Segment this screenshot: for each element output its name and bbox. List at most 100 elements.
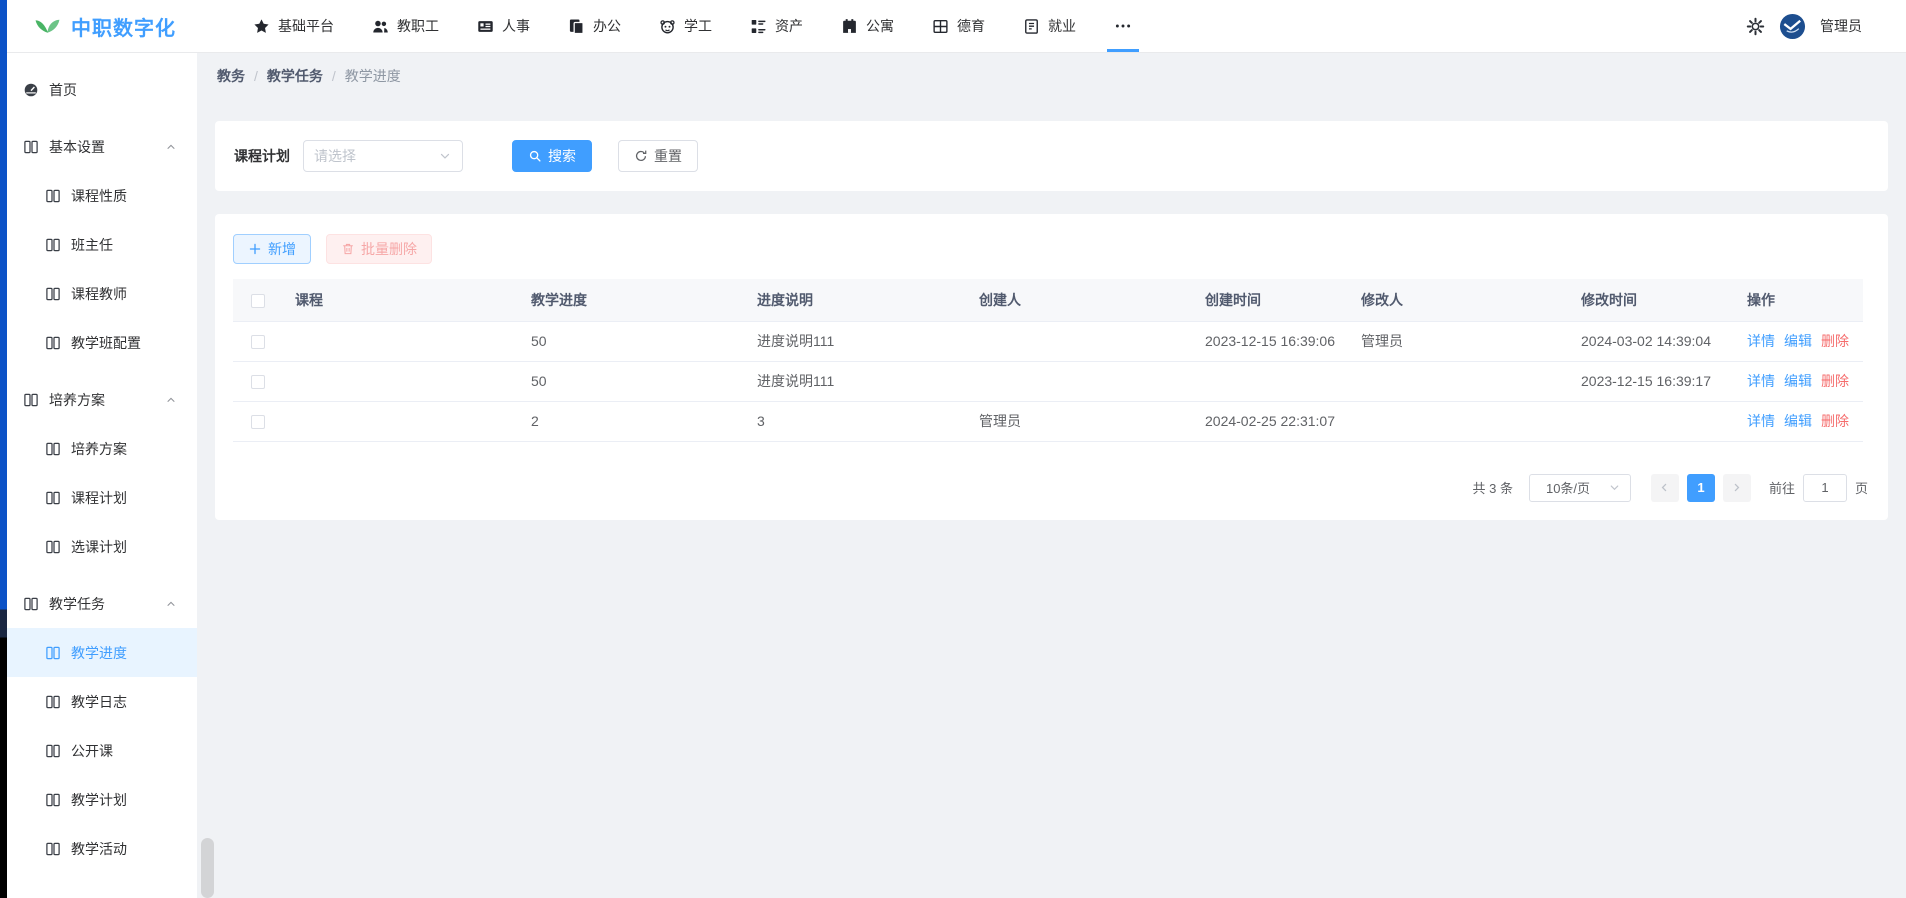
sidebar-group-header-teaching-task[interactable]: 教学任务: [0, 579, 197, 628]
row-checkbox[interactable]: [251, 335, 265, 349]
nav-item-label: 资产: [775, 16, 803, 36]
row-checkbox-cell: [233, 401, 283, 441]
nav-item-student-affairs[interactable]: 学工: [640, 0, 731, 52]
table-row-1: 50进度说明1112023-12-15 16:39:06管理员2024-03-0…: [233, 321, 1863, 361]
search-button-label: 搜索: [548, 146, 576, 166]
table-card: 新增 批量删除 课程教学进度进度说明创建人创建时间修改人修改时间操作 50进度说…: [215, 214, 1888, 520]
sidebar-group-label: 基本设置: [49, 137, 105, 157]
sidebar-group-header-basic-settings[interactable]: 基本设置: [0, 122, 197, 171]
filter-card: 课程计划 请选择 搜索 重置: [215, 121, 1888, 191]
doc-icon: [1023, 18, 1040, 35]
reset-button-label: 重置: [654, 146, 682, 166]
row-checkbox[interactable]: [251, 375, 265, 389]
sidebar-group-label: 培养方案: [49, 390, 105, 410]
breadcrumb-item-1[interactable]: 教学任务: [267, 66, 323, 86]
row-checkbox[interactable]: [251, 415, 265, 429]
nav-item-assets[interactable]: 资产: [731, 0, 822, 52]
select-all-checkbox[interactable]: [251, 294, 265, 308]
book-icon: [45, 743, 61, 759]
cell-modified_at: [1569, 401, 1735, 441]
nav-item-hr[interactable]: 人事: [458, 0, 549, 52]
search-button[interactable]: 搜索: [512, 140, 592, 172]
brand[interactable]: 中职数字化: [34, 12, 176, 41]
sidebar-item-course-teacher[interactable]: 课程教师: [0, 269, 197, 318]
reset-button[interactable]: 重置: [618, 140, 698, 172]
breadcrumb: 教务/教学任务/教学进度: [215, 53, 1888, 99]
sidebar-group-header-training-plan[interactable]: 培养方案: [0, 375, 197, 424]
batch-delete-button[interactable]: 批量删除: [326, 234, 432, 264]
sidebar-item-course-nature[interactable]: 课程性质: [0, 171, 197, 220]
edit-link[interactable]: 编辑: [1784, 373, 1812, 389]
sidebar-item-teaching-class-config[interactable]: 教学班配置: [0, 318, 197, 367]
book-icon: [23, 596, 39, 612]
goto-page-input[interactable]: [1803, 474, 1847, 502]
sidebar-item-teaching-plan[interactable]: 教学计划: [0, 775, 197, 824]
cell-note: 3: [745, 401, 967, 441]
nav-item-platform[interactable]: 基础平台: [234, 0, 353, 52]
sidebar-item-teaching-log[interactable]: 教学日志: [0, 677, 197, 726]
search-icon: [528, 149, 542, 163]
nav-item-more[interactable]: [1095, 0, 1151, 52]
detail-link[interactable]: 详情: [1747, 333, 1775, 349]
delete-link[interactable]: 删除: [1821, 373, 1849, 389]
user-name[interactable]: 管理员: [1820, 16, 1862, 36]
book-icon: [45, 539, 61, 555]
delete-link[interactable]: 删除: [1821, 333, 1849, 349]
cell-creator: [967, 321, 1193, 361]
sidebar-item-head-teacher[interactable]: 班主任: [0, 220, 197, 269]
edit-link[interactable]: 编辑: [1784, 333, 1812, 349]
avatar[interactable]: [1779, 13, 1806, 40]
cell-note: 进度说明111: [745, 361, 967, 401]
page-size-select[interactable]: 10条/页: [1529, 474, 1631, 502]
cell-course: [283, 321, 519, 361]
prev-page-button[interactable]: [1651, 474, 1679, 502]
book-icon: [45, 335, 61, 351]
nav-item-faculty[interactable]: 教职工: [353, 0, 458, 52]
sidebar-item-teaching-progress[interactable]: 教学进度: [0, 628, 197, 677]
add-button[interactable]: 新增: [233, 234, 311, 264]
book-icon: [45, 645, 61, 661]
chevron-down-icon: [438, 149, 452, 163]
page-number-button[interactable]: 1: [1687, 474, 1715, 502]
column-header-progress: 教学进度: [519, 279, 745, 321]
sidebar-item-training-plan[interactable]: 培养方案: [0, 424, 197, 473]
sidebar-item-home[interactable]: 首页: [0, 65, 197, 114]
filter-label: 课程计划: [234, 146, 290, 166]
nav-item-moral-education[interactable]: 德育: [913, 0, 1004, 52]
more-icon: [1114, 17, 1132, 35]
course-plan-select[interactable]: 请选择: [303, 140, 463, 172]
sidebar-scrollbar-thumb[interactable]: [201, 838, 214, 898]
sidebar-item-elective-plan[interactable]: 选课计划: [0, 522, 197, 571]
cell-created_at: [1193, 361, 1349, 401]
content: 教务/教学任务/教学进度 课程计划 请选择 搜索 重置: [197, 53, 1906, 898]
detail-link[interactable]: 详情: [1747, 373, 1775, 389]
chevron-up-icon: [165, 598, 177, 610]
table-body: 50进度说明1112023-12-15 16:39:06管理员2024-03-0…: [233, 321, 1863, 441]
nav-item-office[interactable]: 办公: [549, 0, 640, 52]
nav-item-employment[interactable]: 就业: [1004, 0, 1095, 52]
sidebar-item-label: 课程计划: [71, 488, 127, 508]
nav-item-apartment[interactable]: 公寓: [822, 0, 913, 52]
breadcrumb-separator: /: [254, 68, 258, 84]
delete-link[interactable]: 删除: [1821, 413, 1849, 429]
nav-menu: 基础平台教职工 人事办公学工 资产公寓德育就业: [234, 0, 1151, 52]
sidebar-item-open-class[interactable]: 公开课: [0, 726, 197, 775]
brand-logo-icon: [34, 13, 61, 40]
progress-table: 课程教学进度进度说明创建人创建时间修改人修改时间操作 50进度说明1112023…: [233, 279, 1863, 442]
cell-actions: 详情编辑删除: [1735, 401, 1863, 441]
sidebar-item-label: 选课计划: [71, 537, 127, 557]
book-icon: [45, 841, 61, 857]
nav-item-label: 人事: [502, 16, 530, 36]
cell-modifier: [1349, 361, 1569, 401]
star-icon: [253, 18, 270, 35]
edit-link[interactable]: 编辑: [1784, 413, 1812, 429]
settings-gear-icon[interactable]: [1746, 17, 1765, 36]
pagination: 共 3 条 10条/页 1 前: [233, 474, 1870, 502]
column-header-actions: 操作: [1735, 279, 1863, 321]
next-page-button[interactable]: [1723, 474, 1751, 502]
detail-link[interactable]: 详情: [1747, 413, 1775, 429]
sidebar-item-course-plan[interactable]: 课程计划: [0, 473, 197, 522]
sidebar-item-label: 课程性质: [71, 186, 127, 206]
sidebar-item-teaching-activity[interactable]: 教学活动: [0, 824, 197, 873]
breadcrumb-item-0[interactable]: 教务: [217, 66, 245, 86]
